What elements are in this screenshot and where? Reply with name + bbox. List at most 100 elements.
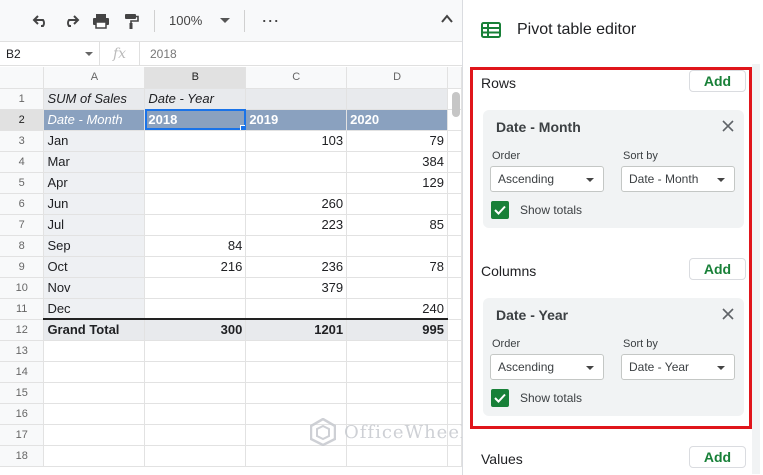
- row-header[interactable]: 1: [0, 88, 45, 110]
- value-cell[interactable]: 240: [346, 298, 448, 320]
- column-header-e[interactable]: [447, 67, 462, 89]
- value-cell[interactable]: 216: [144, 256, 247, 278]
- cell[interactable]: [144, 403, 247, 425]
- month-label[interactable]: Nov: [43, 277, 146, 299]
- column-header-d[interactable]: D: [346, 67, 448, 89]
- print-icon[interactable]: [86, 7, 116, 35]
- cell[interactable]: [447, 151, 462, 173]
- row-header[interactable]: 9: [0, 256, 45, 278]
- cell[interactable]: [245, 382, 348, 404]
- grand-total-label[interactable]: Grand Total: [43, 318, 146, 341]
- cell[interactable]: [447, 340, 462, 362]
- values-add-button[interactable]: Add: [689, 446, 746, 468]
- column-header-b[interactable]: B: [144, 67, 247, 89]
- value-cell[interactable]: 79: [346, 130, 448, 152]
- row-header[interactable]: 15: [0, 382, 45, 404]
- row-header[interactable]: 18: [0, 445, 45, 467]
- row-header[interactable]: 17: [0, 424, 45, 446]
- cell[interactable]: [447, 256, 462, 278]
- month-label[interactable]: Dec: [43, 298, 146, 320]
- zoom-select[interactable]: 100%: [163, 13, 236, 28]
- cell[interactable]: [245, 445, 348, 467]
- value-cell[interactable]: [245, 151, 348, 173]
- chevron-up-icon[interactable]: [440, 12, 454, 26]
- value-cell[interactable]: [144, 172, 247, 194]
- grand-total-2020[interactable]: 995: [346, 318, 448, 341]
- month-label[interactable]: Mar: [43, 151, 146, 173]
- value-cell[interactable]: 260: [245, 193, 348, 215]
- cell[interactable]: [144, 340, 247, 362]
- cell[interactable]: [43, 361, 146, 383]
- more-icon[interactable]: ⋯: [253, 12, 288, 30]
- value-cell[interactable]: 379: [245, 277, 348, 299]
- month-label[interactable]: Sep: [43, 235, 146, 257]
- cell[interactable]: [144, 361, 247, 383]
- month-label[interactable]: Jun: [43, 193, 146, 215]
- cell[interactable]: [43, 424, 146, 446]
- row-header[interactable]: 16: [0, 403, 45, 425]
- value-cell[interactable]: 84: [144, 235, 247, 257]
- cell[interactable]: [245, 340, 348, 362]
- value-cell[interactable]: 384: [346, 151, 448, 173]
- value-cell[interactable]: [144, 214, 247, 236]
- value-cell[interactable]: 129: [346, 172, 448, 194]
- row-header[interactable]: 10: [0, 277, 45, 299]
- value-cell[interactable]: [144, 193, 247, 215]
- month-label[interactable]: Oct: [43, 256, 146, 278]
- year-header-2018[interactable]: 2018: [144, 109, 247, 131]
- year-header-2019[interactable]: 2019: [245, 109, 348, 131]
- paint-format-icon[interactable]: [116, 7, 146, 35]
- row-header[interactable]: 8: [0, 235, 45, 257]
- cell[interactable]: [447, 193, 462, 215]
- cell[interactable]: [447, 214, 462, 236]
- row-header[interactable]: 3: [0, 130, 45, 152]
- row-header[interactable]: 7: [0, 214, 45, 236]
- year-header-2020[interactable]: 2020: [346, 109, 448, 131]
- cell[interactable]: [346, 382, 448, 404]
- row-header[interactable]: 12: [0, 318, 45, 341]
- value-cell[interactable]: [144, 298, 247, 320]
- redo-icon[interactable]: [56, 7, 86, 35]
- name-box[interactable]: B2: [0, 41, 100, 66]
- cell[interactable]: [346, 88, 448, 110]
- select-all-corner[interactable]: [0, 67, 45, 89]
- cell[interactable]: [245, 361, 348, 383]
- cell[interactable]: [447, 277, 462, 299]
- month-label[interactable]: Apr: [43, 172, 146, 194]
- row-header[interactable]: 2: [0, 109, 45, 131]
- pivot-row-field[interactable]: Date - Month: [43, 109, 146, 131]
- pivot-values-label[interactable]: SUM of Sales: [43, 88, 146, 110]
- value-cell[interactable]: 103: [245, 130, 348, 152]
- cell[interactable]: [447, 235, 462, 257]
- value-cell[interactable]: 78: [346, 256, 448, 278]
- cell[interactable]: [43, 382, 146, 404]
- row-header[interactable]: 5: [0, 172, 45, 194]
- value-cell[interactable]: [144, 277, 247, 299]
- cell[interactable]: [447, 172, 462, 194]
- panel-scrollbar[interactable]: [752, 64, 760, 474]
- grand-total-2018[interactable]: 300: [144, 318, 247, 341]
- column-header-a[interactable]: A: [43, 67, 146, 89]
- row-header[interactable]: 11: [0, 298, 45, 320]
- cell[interactable]: [144, 382, 247, 404]
- value-cell[interactable]: 223: [245, 214, 348, 236]
- value-cell[interactable]: 85: [346, 214, 448, 236]
- value-cell[interactable]: [346, 277, 448, 299]
- value-cell[interactable]: [245, 172, 348, 194]
- cell[interactable]: [43, 340, 146, 362]
- row-header[interactable]: 4: [0, 151, 45, 173]
- cell[interactable]: [447, 298, 462, 320]
- cell[interactable]: [144, 445, 247, 467]
- month-label[interactable]: Jul: [43, 214, 146, 236]
- row-header[interactable]: 6: [0, 193, 45, 215]
- cell[interactable]: [346, 340, 448, 362]
- grid-scrollbar[interactable]: [452, 92, 460, 117]
- grand-total-2019[interactable]: 1201: [245, 318, 348, 341]
- value-cell[interactable]: [346, 235, 448, 257]
- column-header-c[interactable]: C: [245, 67, 348, 89]
- value-cell[interactable]: [346, 193, 448, 215]
- cell[interactable]: [43, 445, 146, 467]
- value-cell[interactable]: [245, 298, 348, 320]
- cell[interactable]: [447, 361, 462, 383]
- pivot-column-field[interactable]: Date - Year: [144, 88, 247, 110]
